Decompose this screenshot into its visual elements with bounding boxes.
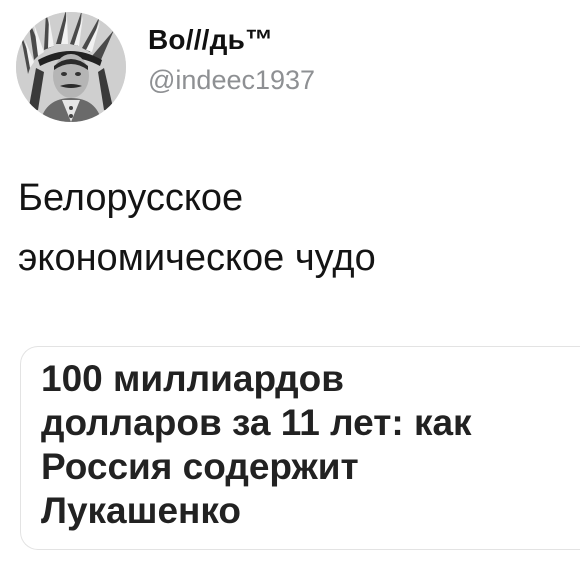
user-info: Во///дь™ @indeec1937: [148, 23, 315, 97]
avatar[interactable]: [16, 12, 126, 122]
tweet-header: Во///дь™ @indeec1937: [16, 10, 315, 124]
user-handle[interactable]: @indeec1937: [148, 63, 315, 97]
link-preview-card[interactable]: 100 миллиардов долларов за 11 лет: как Р…: [20, 346, 580, 550]
link-card-title[interactable]: 100 миллиардов долларов за 11 лет: как Р…: [41, 357, 580, 533]
avatar-photo-icon: [16, 12, 126, 122]
tweet-text: Белорусское экономическое чудо: [18, 177, 376, 279]
display-name[interactable]: Во///дь™: [148, 23, 315, 57]
